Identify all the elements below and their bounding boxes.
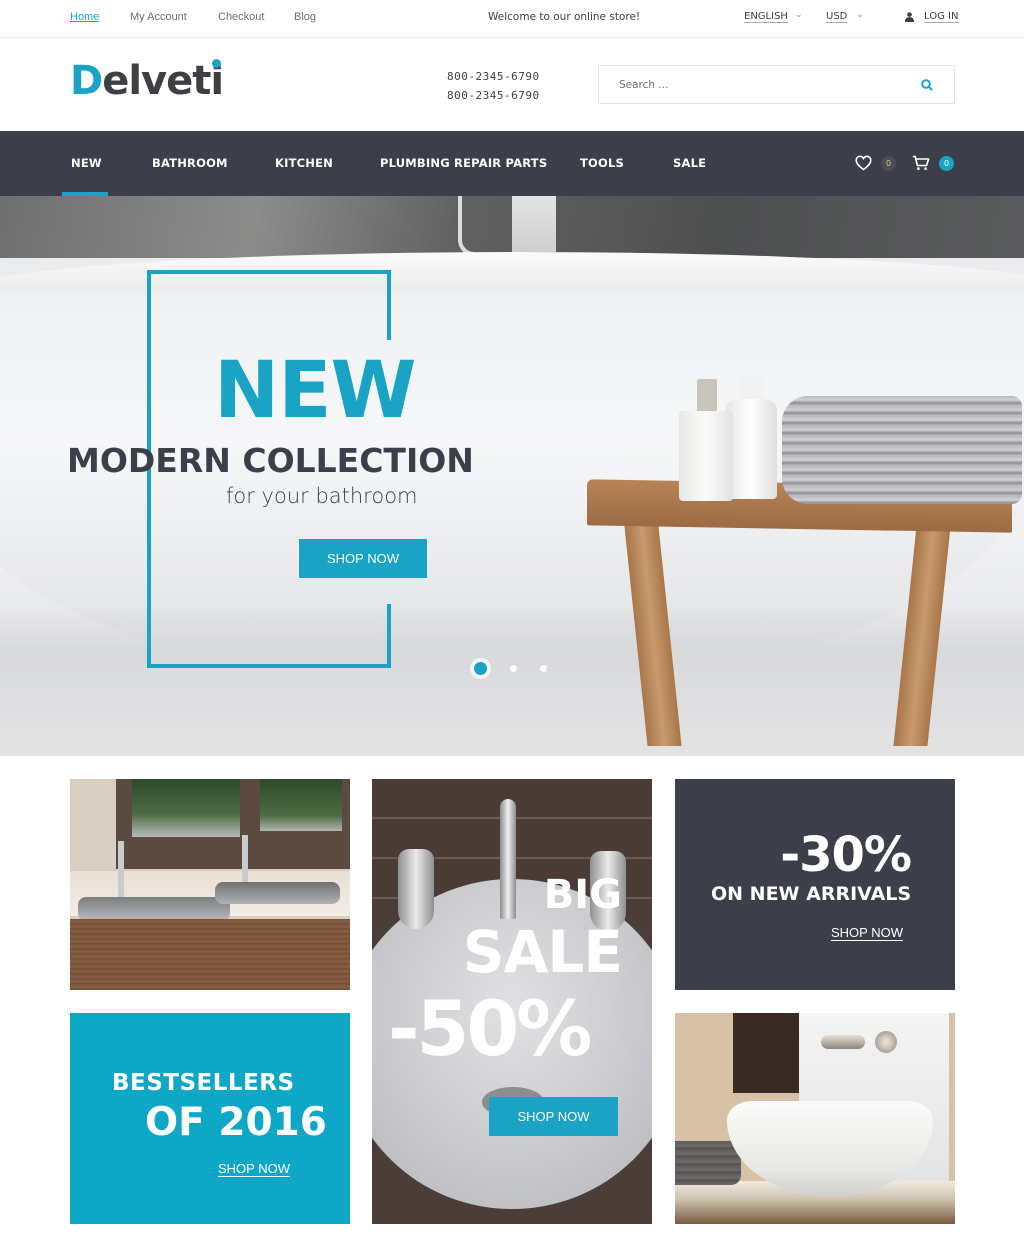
sale-shop-now-button[interactable]: SHOP NOW <box>489 1097 618 1136</box>
hero-headline: NEW <box>214 346 417 436</box>
top-bar: Home My Account Checkout Blog Welcome to… <box>0 0 1024 38</box>
hero-slider: NEW MODERN COLLECTION for your bathroom … <box>0 196 1024 756</box>
heart-icon[interactable] <box>855 155 872 171</box>
sale-banner-line2: SALE <box>462 918 623 986</box>
arrivals-shop-now-link[interactable]: SHOP NOW <box>831 925 903 940</box>
bestsellers-title: BESTSELLERS <box>112 1070 295 1096</box>
phone-number: 800-2345-6790 <box>447 70 540 83</box>
nav-item-kitchen[interactable]: KITCHEN <box>275 156 333 170</box>
phone-numbers: 800-2345-6790 800-2345-6790 <box>447 67 540 105</box>
phone-number: 800-2345-6790 <box>447 89 540 102</box>
chevron-down-icon[interactable]: ⌄ <box>795 10 803 20</box>
banner-sink <box>215 882 340 904</box>
nav-item-tools[interactable]: TOOLS <box>580 156 624 170</box>
arrivals-title: ON NEW ARRIVALS <box>711 883 912 905</box>
logo-initial: D <box>70 58 103 104</box>
logo[interactable]: D elveti <box>70 57 224 104</box>
top-link-checkout[interactable]: Checkout <box>218 11 264 23</box>
banner-faucet-knob <box>875 1031 897 1053</box>
nav-item-plumbing-repair-parts[interactable]: PLUMBING REPAIR PARTS <box>380 156 547 170</box>
kitchen-sink-banner[interactable] <box>70 779 350 990</box>
nav-item-sale[interactable]: SALE <box>673 156 706 170</box>
banner-sink <box>78 897 230 921</box>
bestsellers-banner: BESTSELLERS OF 2016 SHOP NOW <box>70 1013 350 1224</box>
hero-faucet-image <box>512 196 556 252</box>
banner-towel <box>675 1141 741 1185</box>
cart-count-badge: 0 <box>939 156 954 171</box>
banner-window-glass <box>260 779 342 831</box>
vessel-sink-banner[interactable] <box>675 1013 955 1224</box>
login-link[interactable]: LOG IN <box>924 11 958 22</box>
slider-dot-1[interactable] <box>474 662 487 675</box>
site-header: D elveti 800-2345-6790 800-2345-6790 <box>0 39 1024 131</box>
hero-shop-now-button[interactable]: SHOP NOW <box>299 539 427 578</box>
bestsellers-shop-now-link[interactable]: SHOP NOW <box>218 1161 290 1176</box>
nav-item-bathroom[interactable]: BATHROOM <box>152 156 228 170</box>
currency-selector[interactable]: USD <box>826 11 847 22</box>
logo-text: elveti <box>102 58 224 104</box>
sale-banner-line1: BIG <box>543 872 622 918</box>
arrivals-discount: -30% <box>780 827 912 883</box>
main-nav: NEW BATHROOM KITCHEN PLUMBING REPAIR PAR… <box>0 131 1024 196</box>
top-link-blog[interactable]: Blog <box>294 11 316 23</box>
big-sale-banner: BIG SALE -50% SHOP NOW <box>372 779 652 1224</box>
top-link-home[interactable]: Home <box>70 11 99 23</box>
sale-banner-discount: -50% <box>388 984 592 1073</box>
top-link-my-account[interactable]: My Account <box>130 11 187 23</box>
bestsellers-year: OF 2016 <box>145 1100 327 1145</box>
hero-subtitle: for your bathroom <box>226 484 418 508</box>
banner-faucet-handle <box>398 849 434 929</box>
banner-window-glass <box>132 779 240 837</box>
banner-wall-tile <box>733 1013 803 1093</box>
logo-text-rest: elveti <box>102 58 224 104</box>
banner-wall-faucet <box>821 1035 865 1049</box>
hero-frame <box>387 270 391 340</box>
nav-item-new[interactable]: NEW <box>71 156 102 170</box>
cart-icon[interactable] <box>912 155 930 171</box>
search-icon[interactable] <box>920 78 934 92</box>
hero-frame <box>387 604 391 668</box>
user-icon <box>905 12 914 22</box>
wishlist-count-badge: 0 <box>881 156 896 171</box>
hero-floor <box>0 606 1024 756</box>
hero-frame <box>147 664 391 668</box>
hero-bottle-cap <box>739 376 763 400</box>
language-selector[interactable]: ENGLISH <box>744 11 788 22</box>
hero-towels-image <box>782 396 1022 504</box>
hero-soap-pump <box>697 379 717 413</box>
slider-dot-3[interactable] <box>540 665 547 672</box>
hero-frame <box>147 270 391 274</box>
search-box <box>598 65 955 104</box>
new-arrivals-banner: -30% ON NEW ARRIVALS SHOP NOW <box>675 779 955 990</box>
hero-faucet-image <box>458 196 474 256</box>
hero-title: MODERN COLLECTION <box>67 441 474 480</box>
banner-cabinet <box>70 919 350 990</box>
banner-faucet <box>118 841 124 899</box>
welcome-message: Welcome to our online store! <box>488 11 641 23</box>
hero-soap-dispenser-image <box>679 411 733 501</box>
search-input[interactable] <box>619 76 899 94</box>
banner-faucet <box>500 799 516 919</box>
logo-dot <box>212 59 222 68</box>
slider-dot-2[interactable] <box>510 665 517 672</box>
banner-faucet <box>242 835 248 885</box>
chevron-down-icon[interactable]: ⌄ <box>856 10 864 20</box>
